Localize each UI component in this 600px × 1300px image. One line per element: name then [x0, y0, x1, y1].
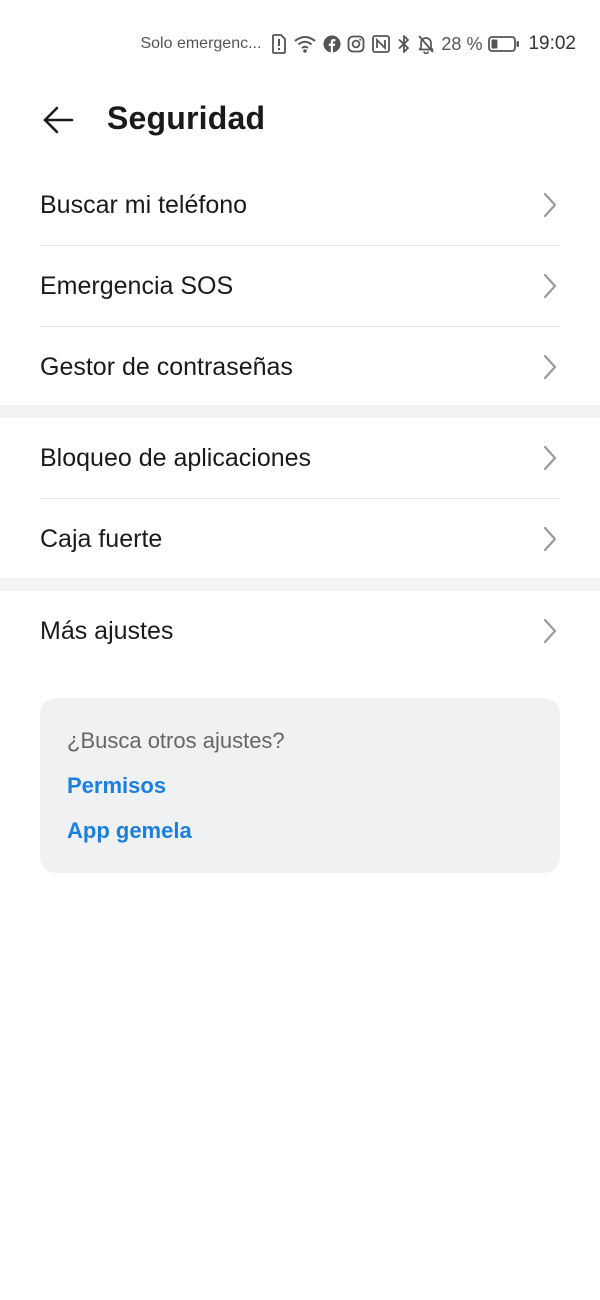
row-label: Buscar mi teléfono: [40, 190, 248, 219]
row-caja-fuerte[interactable]: Caja fuerte: [40, 499, 560, 579]
settings-group-3: Más ajustes: [0, 591, 600, 671]
row-label: Bloqueo de aplicaciones: [40, 443, 312, 472]
settings-group-2: Bloqueo de aplicaciones Caja fuerte: [0, 418, 600, 579]
chevron-right-icon: [540, 271, 560, 301]
suggestions-title: ¿Busca otros ajustes?: [67, 728, 285, 753]
chevron-right-icon: [540, 352, 560, 382]
section-separator: [0, 578, 600, 591]
row-label: Más ajustes: [40, 616, 174, 645]
battery-percent: 28 %: [441, 33, 483, 54]
row-buscar-mi-telefono[interactable]: Buscar mi teléfono: [40, 165, 560, 246]
row-label: Gestor de contraseñas: [40, 352, 293, 381]
section-separator: [0, 405, 600, 418]
nfc-icon: [371, 34, 391, 54]
chevron-right-icon: [540, 616, 560, 646]
bluetooth-icon: [397, 34, 411, 54]
back-button[interactable]: [36, 98, 80, 142]
chevron-right-icon: [540, 524, 560, 554]
facebook-icon: [323, 35, 341, 53]
suggestions-card: ¿Busca otros ajustes? Permisos App gemel…: [40, 698, 560, 873]
sim-alert-icon: [271, 34, 287, 54]
carrier-text: Solo emergenc...: [140, 35, 262, 52]
link-permisos[interactable]: Permisos: [67, 773, 166, 799]
battery-icon: [488, 35, 520, 53]
instagram-icon: [347, 35, 365, 53]
row-label: Emergencia SOS: [40, 271, 234, 300]
chevron-right-icon: [540, 443, 560, 473]
row-mas-ajustes[interactable]: Más ajustes: [40, 591, 560, 671]
settings-group-1: Buscar mi teléfono Emergencia SOS Gestor…: [0, 165, 600, 407]
status-bar: Solo emergenc... 28 % 19:02: [140, 30, 576, 58]
wifi-icon: [293, 34, 317, 54]
link-app-gemela[interactable]: App gemela: [67, 818, 192, 844]
bell-off-icon: [417, 34, 435, 54]
row-bloqueo-de-aplicaciones[interactable]: Bloqueo de aplicaciones: [40, 418, 560, 499]
arrow-left-icon: [43, 106, 74, 134]
top-app-bar: Seguridad: [0, 90, 600, 150]
row-gestor-de-contrasenas[interactable]: Gestor de contraseñas: [40, 327, 560, 407]
clock: 19:02: [528, 33, 576, 54]
chevron-right-icon: [540, 190, 560, 220]
page-title: Seguridad: [107, 100, 266, 136]
row-emergencia-sos[interactable]: Emergencia SOS: [40, 246, 560, 327]
row-label: Caja fuerte: [40, 524, 163, 553]
